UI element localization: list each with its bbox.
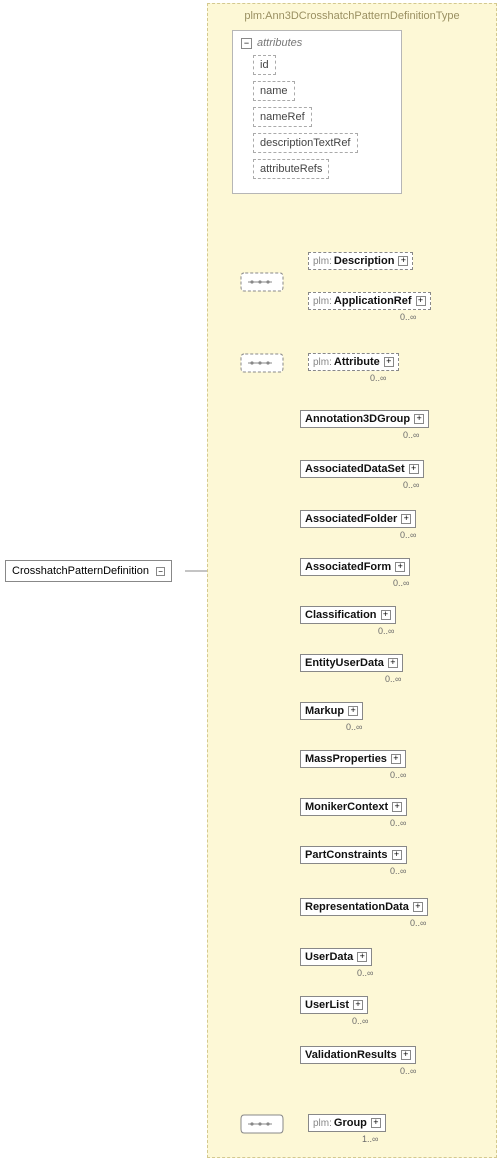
element-label: PartConstraints	[305, 849, 388, 861]
element-label: AssociatedFolder	[305, 513, 397, 525]
element-label: Attribute	[334, 356, 380, 368]
element-annotation3dgroup[interactable]: Annotation3DGroup +	[300, 410, 429, 428]
element-attribute[interactable]: plm: Attribute +	[308, 353, 399, 371]
element-label: Classification	[305, 609, 377, 621]
plus-icon: +	[353, 1000, 363, 1010]
element-label: Description	[334, 255, 395, 267]
element-label: AssociatedForm	[305, 561, 391, 573]
element-representationdata[interactable]: RepresentationData +	[300, 898, 428, 916]
cardinality-label: 0..∞	[378, 626, 394, 636]
attributes-panel: − attributes id name nameRef description…	[232, 30, 402, 194]
plus-icon: +	[398, 256, 408, 266]
element-validationresults[interactable]: ValidationResults +	[300, 1046, 416, 1064]
cardinality-label: 0..∞	[370, 373, 386, 383]
plus-icon: +	[409, 464, 419, 474]
plus-icon: +	[392, 802, 402, 812]
attributes-header-label: attributes	[257, 37, 302, 49]
element-massproperties[interactable]: MassProperties +	[300, 750, 406, 768]
plus-icon: +	[357, 952, 367, 962]
element-monikercontext[interactable]: MonikerContext +	[300, 798, 407, 816]
plus-icon: +	[381, 610, 391, 620]
minus-icon: −	[241, 38, 252, 49]
cardinality-label: 1..∞	[362, 1134, 378, 1144]
element-prefix: plm:	[313, 256, 332, 267]
element-prefix: plm:	[313, 296, 332, 307]
plus-icon: +	[401, 514, 411, 524]
element-label: ApplicationRef	[334, 295, 412, 307]
attributes-header[interactable]: − attributes	[241, 37, 393, 49]
cardinality-label: 0..∞	[403, 480, 419, 490]
plus-icon: +	[392, 850, 402, 860]
cardinality-label: 0..∞	[357, 968, 373, 978]
sequence-compositor[interactable]	[240, 271, 284, 293]
cardinality-label: 0..∞	[393, 578, 409, 588]
plus-icon: +	[401, 1050, 411, 1060]
element-applicationref[interactable]: plm: ApplicationRef +	[308, 292, 431, 310]
cardinality-label: 0..∞	[400, 312, 416, 322]
element-label: UserData	[305, 951, 353, 963]
element-label: MassProperties	[305, 753, 387, 765]
cardinality-label: 0..∞	[352, 1016, 368, 1026]
element-label: Markup	[305, 705, 344, 717]
attribute-item[interactable]: nameRef	[253, 107, 312, 127]
plus-icon: +	[414, 414, 424, 424]
element-label: UserList	[305, 999, 349, 1011]
element-description[interactable]: plm: Description +	[308, 252, 413, 270]
attribute-item[interactable]: attributeRefs	[253, 159, 329, 179]
plus-icon: +	[388, 658, 398, 668]
plus-icon: +	[348, 706, 358, 716]
cardinality-label: 0..∞	[390, 770, 406, 780]
root-element[interactable]: CrosshatchPatternDefinition −	[5, 560, 172, 582]
plus-icon: +	[395, 562, 405, 572]
attribute-item[interactable]: descriptionTextRef	[253, 133, 358, 153]
plus-icon: +	[384, 357, 394, 367]
element-label: Group	[334, 1117, 367, 1129]
plus-icon: +	[391, 754, 401, 764]
element-label: Annotation3DGroup	[305, 413, 410, 425]
element-userdata[interactable]: UserData +	[300, 948, 372, 966]
cardinality-label: 0..∞	[390, 818, 406, 828]
minus-icon: −	[156, 567, 165, 576]
cardinality-label: 0..∞	[400, 530, 416, 540]
element-markup[interactable]: Markup +	[300, 702, 363, 720]
element-label: RepresentationData	[305, 901, 409, 913]
sequence-compositor[interactable]	[240, 1113, 284, 1135]
sequence-compositor[interactable]	[240, 352, 284, 374]
element-classification[interactable]: Classification +	[300, 606, 396, 624]
element-prefix: plm:	[313, 1118, 332, 1129]
element-label: AssociatedDataSet	[305, 463, 405, 475]
attribute-item[interactable]: id	[253, 55, 276, 75]
element-group[interactable]: plm: Group +	[308, 1114, 386, 1132]
diagram-canvas: CrosshatchPatternDefinition − plm:Ann3DC…	[0, 0, 502, 1161]
plus-icon: +	[416, 296, 426, 306]
attribute-item[interactable]: name	[253, 81, 295, 101]
cardinality-label: 0..∞	[390, 866, 406, 876]
element-partconstraints[interactable]: PartConstraints +	[300, 846, 407, 864]
element-associateddataset[interactable]: AssociatedDataSet +	[300, 460, 424, 478]
element-entityuserdata[interactable]: EntityUserData +	[300, 654, 403, 672]
element-associatedform[interactable]: AssociatedForm +	[300, 558, 410, 576]
cardinality-label: 0..∞	[410, 918, 426, 928]
element-label: MonikerContext	[305, 801, 388, 813]
complex-type-title: plm:Ann3DCrosshatchPatternDefinitionType	[208, 10, 496, 22]
cardinality-label: 0..∞	[346, 722, 362, 732]
element-userlist[interactable]: UserList +	[300, 996, 368, 1014]
plus-icon: +	[413, 902, 423, 912]
cardinality-label: 0..∞	[403, 430, 419, 440]
element-label: ValidationResults	[305, 1049, 397, 1061]
element-label: EntityUserData	[305, 657, 384, 669]
plus-icon: +	[371, 1118, 381, 1128]
element-prefix: plm:	[313, 357, 332, 368]
element-associatedfolder[interactable]: AssociatedFolder +	[300, 510, 416, 528]
cardinality-label: 0..∞	[400, 1066, 416, 1076]
cardinality-label: 0..∞	[385, 674, 401, 684]
root-element-label: CrosshatchPatternDefinition	[12, 565, 149, 577]
